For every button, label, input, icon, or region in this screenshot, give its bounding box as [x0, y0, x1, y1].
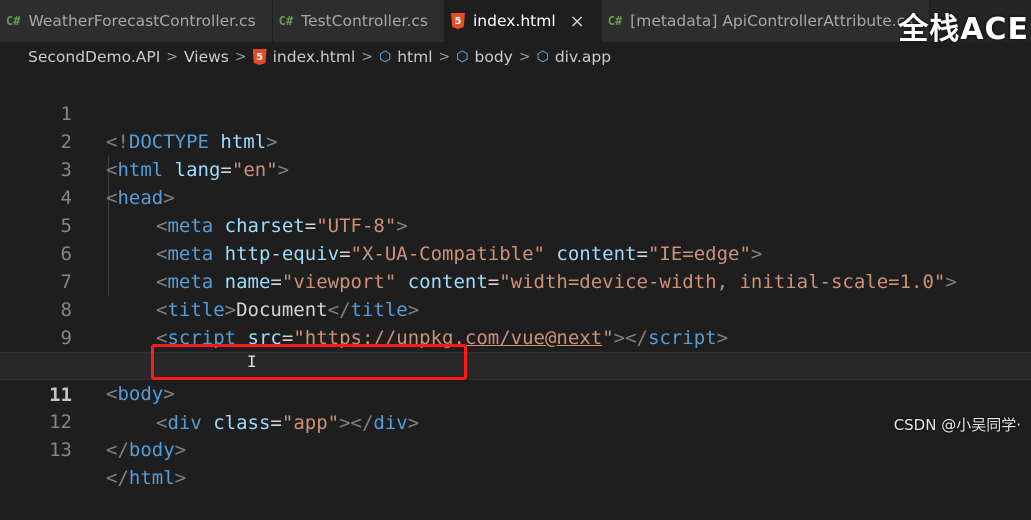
code-token: </ [106, 439, 129, 461]
chevron-right-icon: > [166, 49, 179, 65]
code-line[interactable]: 13 </html> [0, 408, 1031, 489]
breadcrumb-body[interactable]: body [475, 48, 513, 66]
chevron-right-icon: > [518, 49, 531, 65]
code-line[interactable]: 4 <meta charset="UTF-8"> [0, 156, 1031, 237]
breadcrumb-html[interactable]: html [397, 48, 432, 66]
tab-testcontroller[interactable]: C# TestController.cs [272, 0, 445, 42]
tab-label: TestController.cs [301, 12, 428, 30]
code-line[interactable]: 7 <title>Document</title> [0, 240, 1031, 321]
text-cursor-icon: I [247, 352, 257, 371]
editor-tab-bar: C# WeatherForecastController.cs C# TestC… [0, 0, 1031, 42]
code-line[interactable]: 12 </body> [0, 380, 1031, 461]
code-line[interactable]: 6 <meta name="viewport" content="width=d… [0, 212, 1031, 293]
chevron-right-icon: > [361, 49, 373, 65]
line-number: 13 [49, 439, 72, 461]
csharp-icon: C# [607, 14, 623, 28]
code-token: body [128, 439, 175, 461]
code-editor[interactable]: 1 <!DOCTYPE html> 2 <html lang="en"> 3 <… [0, 72, 1031, 489]
symbol-element-icon: ⬡ [456, 49, 469, 65]
symbol-element-icon: ⬡ [536, 49, 549, 65]
csharp-icon: C# [6, 14, 21, 28]
code-line[interactable]: 3 <head> [0, 128, 1031, 209]
watermark-bottom: CSDN @小吴同学· [893, 416, 1021, 434]
code-line[interactable]: 5 <meta http-equiv="X-UA-Compatible" con… [0, 184, 1031, 265]
tab-index-html[interactable]: 5 index.html × [444, 0, 602, 42]
close-icon[interactable]: × [570, 11, 585, 32]
html5-icon: 5 [252, 49, 267, 65]
breadcrumb: SecondDemo.API > Views > 5 index.html > … [0, 42, 1031, 72]
tab-label: WeatherForecastController.cs [28, 12, 256, 30]
code-line[interactable]: 8 <script src="https://unpkg.com/vue@nex… [0, 268, 1031, 349]
code-token: > [174, 467, 187, 489]
breadcrumb-project[interactable]: SecondDemo.API [28, 48, 160, 66]
code-line[interactable]: 1 <!DOCTYPE html> [0, 72, 1031, 153]
annotation-highlight-box [151, 344, 467, 380]
code-token: html [128, 467, 175, 489]
chevron-right-icon: > [234, 49, 247, 65]
code-line[interactable]: 9 </head> [0, 296, 1031, 377]
tab-weatherforecastcontroller[interactable]: C# WeatherForecastController.cs [0, 0, 273, 42]
csharp-icon: C# [278, 14, 294, 28]
chevron-right-icon: > [438, 49, 451, 65]
breadcrumb-div[interactable]: div.app [555, 48, 611, 66]
tab-label: index.html [472, 12, 556, 30]
symbol-element-icon: ⬡ [378, 49, 392, 65]
code-line[interactable]: 2 <html lang="en"> [0, 100, 1031, 181]
code-token: </ [106, 467, 129, 489]
code-token: > [174, 439, 187, 461]
breadcrumb-folder[interactable]: Views [184, 48, 229, 66]
tab-label: [metadata] ApiControllerAttribute.cs [630, 12, 914, 30]
breadcrumb-file[interactable]: index.html [273, 48, 356, 66]
html5-icon: 5 [450, 13, 465, 29]
tab-apicontrollerattribute-metadata[interactable]: C# [metadata] ApiControllerAttribute.cs [601, 0, 931, 42]
